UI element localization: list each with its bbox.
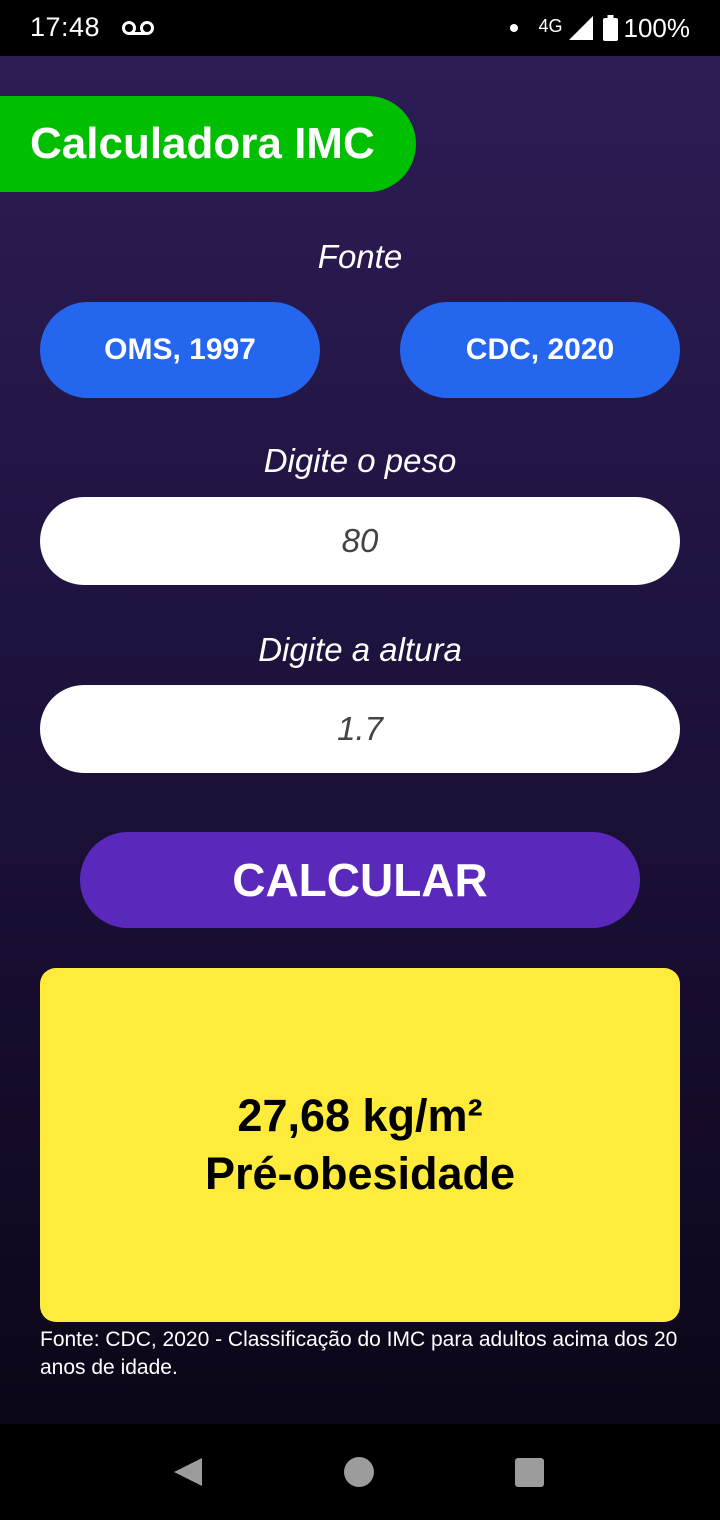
status-time: 17:48 [30, 12, 101, 42]
result-card: 27,68 kg/m² Pré-obesidade [40, 968, 680, 1322]
recents-icon[interactable] [515, 1458, 544, 1487]
source-button-oms[interactable]: OMS, 1997 [40, 302, 320, 398]
calculate-button[interactable]: CALCULAR [80, 832, 640, 928]
height-label: Digite a altura [258, 631, 462, 668]
app-title: Calculadora IMC [30, 119, 375, 168]
height-value: 1.7 [337, 710, 383, 747]
source-label: Fonte [317, 238, 403, 275]
weight-value: 80 [341, 522, 379, 559]
signal-icon [568, 16, 593, 40]
source-footnote: Fonte: CDC, 2020 - Classificação do IMC … [40, 1328, 678, 1379]
weight-input[interactable]: 80 [40, 497, 680, 585]
home-icon[interactable] [344, 1457, 374, 1487]
bmi-value: 27,68 kg/m² [237, 1090, 483, 1141]
battery-icon [602, 15, 618, 41]
network-type: 4G [538, 15, 563, 36]
status-bar: 17:48 4G 100% [0, 0, 720, 56]
navigation-bar [0, 1424, 720, 1520]
weight-label: Digite o peso [263, 442, 457, 479]
title-banner: Calculadora IMC [0, 96, 416, 192]
battery-level: 100% [623, 12, 691, 43]
source-button-cdc[interactable]: CDC, 2020 [400, 302, 680, 398]
voicemail-icon [122, 21, 154, 35]
back-icon[interactable] [172, 1456, 204, 1488]
app-screen: Calculadora IMC Fonte OMS, 1997 CDC, 202… [0, 56, 720, 1424]
notification-dot-icon [510, 24, 519, 32]
height-input[interactable]: 1.7 [40, 685, 680, 773]
status-indicators: 4G 100% [510, 12, 690, 44]
bmi-classification: Pré-obesidade [204, 1148, 516, 1199]
